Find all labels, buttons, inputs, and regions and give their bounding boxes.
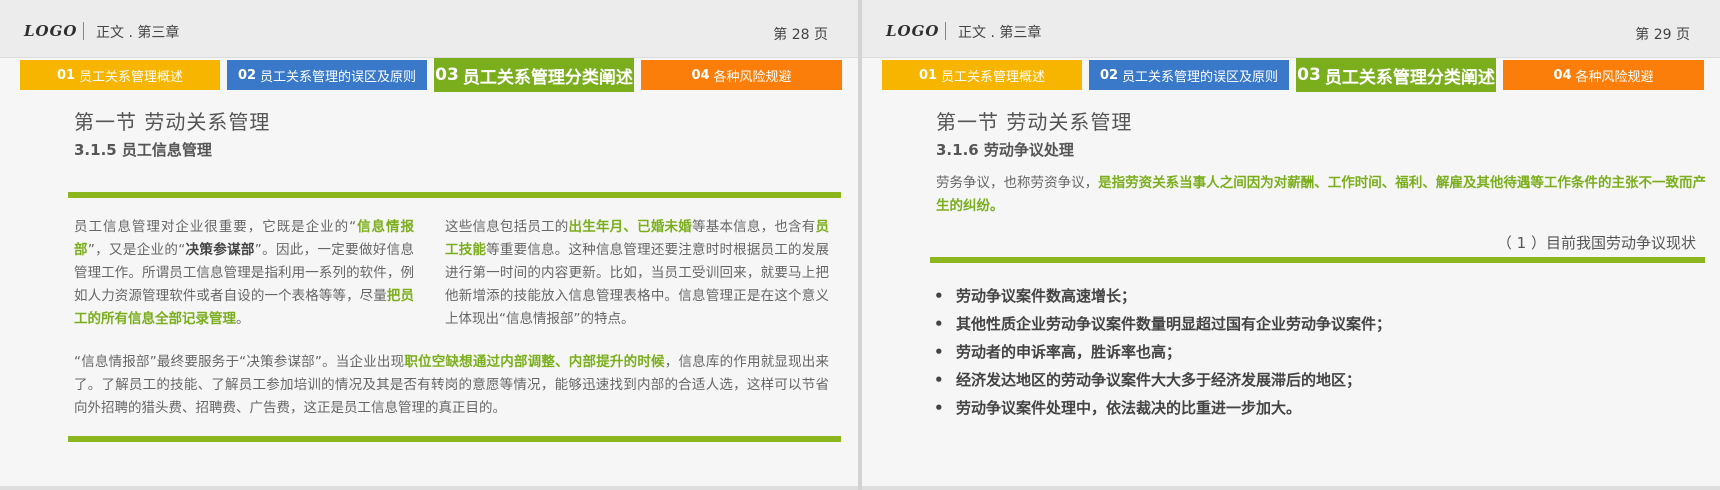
slide-header: LOGO 正文 . 第三章 第 28 页 bbox=[0, 0, 858, 58]
list-item: • 经济发达地区的劳动争议案件大大多于经济发展滞后的地区； bbox=[934, 366, 1391, 394]
logo: LOGO bbox=[24, 22, 78, 40]
accent-line bbox=[930, 257, 1705, 263]
chapter-tabs: 01 员工关系管理概述 02 员工关系管理的误区及原则 03 员工关系管理分类阐… bbox=[882, 58, 1704, 92]
intro-paragraph: 劳务争议，也称劳资争议，是指劳资关系当事人之间因为对薪酬、工作时间、福利、解雇及… bbox=[936, 172, 1706, 218]
text: 等重要信息。这种信息管理还要注意时时根据员工的发展进行第一时间的内容更新。比如，… bbox=[445, 242, 830, 327]
sub-title: 3.1.6 劳动争议处理 bbox=[936, 141, 1074, 159]
tab-label: 各种风险规避 bbox=[713, 69, 792, 85]
bullet-icon: • bbox=[934, 287, 944, 305]
slide-header: LOGO 正文 . 第三章 第 29 页 bbox=[862, 0, 1720, 58]
bullet-icon: • bbox=[934, 371, 944, 389]
list-item-text: 其他性质企业劳动争议案件数量明显超过国有企业劳动争议案件； bbox=[956, 315, 1392, 333]
tab-label: 员工关系管理的误区及原则 bbox=[260, 69, 417, 85]
tab-risk[interactable]: 04 各种风险规避 bbox=[1503, 60, 1704, 90]
list-item-text: 劳动者的申诉率高，胜诉率也高； bbox=[956, 343, 1182, 361]
chapter-label: 正文 . 第三章 bbox=[96, 25, 180, 41]
tab-number: 03 bbox=[435, 65, 459, 85]
accent-line-top bbox=[68, 192, 841, 198]
tab-number: 02 bbox=[237, 67, 257, 83]
chapter-label: 正文 . 第三章 bbox=[958, 25, 1042, 41]
tab-number: 04 bbox=[1553, 67, 1572, 83]
bullet-icon: • bbox=[934, 315, 944, 333]
highlight-text: 职位空缺想通过内部调整、内部提升的时候 bbox=[404, 354, 665, 370]
bold-text: 决策参谋部 bbox=[185, 242, 255, 258]
slide-page-29: LOGO 正文 . 第三章 第 29 页 01 员工关系管理概述 02 员工关系… bbox=[862, 0, 1720, 490]
tab-classification[interactable]: 03 员工关系管理分类阐述 bbox=[434, 58, 634, 92]
list-item-text: 劳动争议案件数高速增长； bbox=[956, 287, 1137, 305]
text: ”，又是企业的“ bbox=[87, 242, 186, 258]
list-item: • 劳动争议案件处理中，依法裁决的比重进一步加大。 bbox=[934, 394, 1391, 422]
highlight-text: 出生年月、已婚未婚 bbox=[568, 219, 693, 235]
logo: LOGO bbox=[886, 22, 940, 40]
list-item-text: 经济发达地区的劳动争议案件大大多于经济发展滞后的地区； bbox=[956, 371, 1362, 389]
tab-number: 03 bbox=[1297, 65, 1321, 85]
page-number: 第 29 页 bbox=[1635, 27, 1690, 43]
bullet-list: • 劳动争议案件数高速增长； • 其他性质企业劳动争议案件数量明显超过国有企业劳动争… bbox=[934, 282, 1391, 422]
section-title: 第一节 劳动关系管理 bbox=[74, 110, 271, 134]
tab-principles[interactable]: 02 员工关系管理的误区及原则 bbox=[227, 60, 427, 90]
header-divider bbox=[83, 22, 84, 40]
list-item: • 劳动争议案件数高速增长； bbox=[934, 282, 1391, 310]
list-item: • 其他性质企业劳动争议案件数量明显超过国有企业劳动争议案件； bbox=[934, 310, 1391, 338]
chapter-tabs: 01 员工关系管理概述 02 员工关系管理的误区及原则 03 员工关系管理分类阐… bbox=[20, 58, 842, 92]
bullet-icon: • bbox=[934, 399, 944, 417]
tab-label: 员工关系管理的误区及原则 bbox=[1122, 69, 1279, 85]
tab-overview[interactable]: 01 员工关系管理概述 bbox=[20, 60, 220, 90]
status-heading: （ 1 ）目前我国劳动争议现状 bbox=[1496, 234, 1696, 252]
tab-label: 员工关系管理分类阐述 bbox=[1324, 67, 1495, 88]
tab-label: 员工关系管理分类阐述 bbox=[462, 67, 633, 88]
tab-number: 04 bbox=[691, 67, 710, 83]
text: 员工信息管理对企业很重要，它既是企业的“ bbox=[74, 219, 357, 235]
text: 等基本信息，也含有 bbox=[692, 219, 816, 235]
page-number: 第 28 页 bbox=[773, 27, 828, 43]
paragraph-right: 这些信息包括员工的出生年月、已婚未婚等基本信息，也含有员工技能等重要信息。这种信… bbox=[445, 216, 829, 331]
sub-title: 3.1.5 员工信息管理 bbox=[74, 141, 212, 159]
tab-overview[interactable]: 01 员工关系管理概述 bbox=[882, 60, 1082, 90]
section-title: 第一节 劳动关系管理 bbox=[936, 110, 1133, 134]
tab-number: 02 bbox=[1099, 67, 1119, 83]
text: 这些信息包括员工的 bbox=[445, 219, 569, 235]
tab-risk[interactable]: 04 各种风险规避 bbox=[641, 60, 842, 90]
bullet-icon: • bbox=[934, 343, 944, 361]
tab-principles[interactable]: 02 员工关系管理的误区及原则 bbox=[1089, 60, 1289, 90]
paragraph-bottom: “信息情报部”最终要服务于“决策参谋部”。当企业出现职位空缺想通过内部调整、内部… bbox=[74, 351, 829, 420]
tab-label: 员工关系管理概述 bbox=[79, 69, 184, 85]
list-item: • 劳动者的申诉率高，胜诉率也高； bbox=[934, 338, 1391, 366]
text: “信息情报部”最终要服务于“决策参谋部”。当企业出现 bbox=[74, 354, 405, 370]
tab-number: 01 bbox=[56, 67, 76, 83]
slide-page-28: LOGO 正文 . 第三章 第 28 页 01 员工关系管理概述 02 员工关系… bbox=[0, 0, 858, 490]
list-item-text: 劳动争议案件处理中，依法裁决的比重进一步加大。 bbox=[956, 399, 1302, 417]
tab-label: 各种风险规避 bbox=[1575, 69, 1654, 85]
text: 劳务争议，也称劳资争议， bbox=[936, 175, 1099, 191]
tab-classification[interactable]: 03 员工关系管理分类阐述 bbox=[1296, 58, 1496, 92]
header-divider bbox=[945, 22, 946, 40]
accent-line-bottom bbox=[68, 436, 841, 442]
tab-number: 01 bbox=[918, 67, 938, 83]
paragraph-left: 员工信息管理对企业很重要，它既是企业的“信息情报部”，又是企业的“决策参谋部”。… bbox=[74, 216, 414, 331]
text: 。 bbox=[236, 311, 250, 327]
footer-strip bbox=[862, 486, 1720, 490]
tab-label: 员工关系管理概述 bbox=[941, 69, 1046, 85]
footer-strip bbox=[0, 486, 858, 490]
